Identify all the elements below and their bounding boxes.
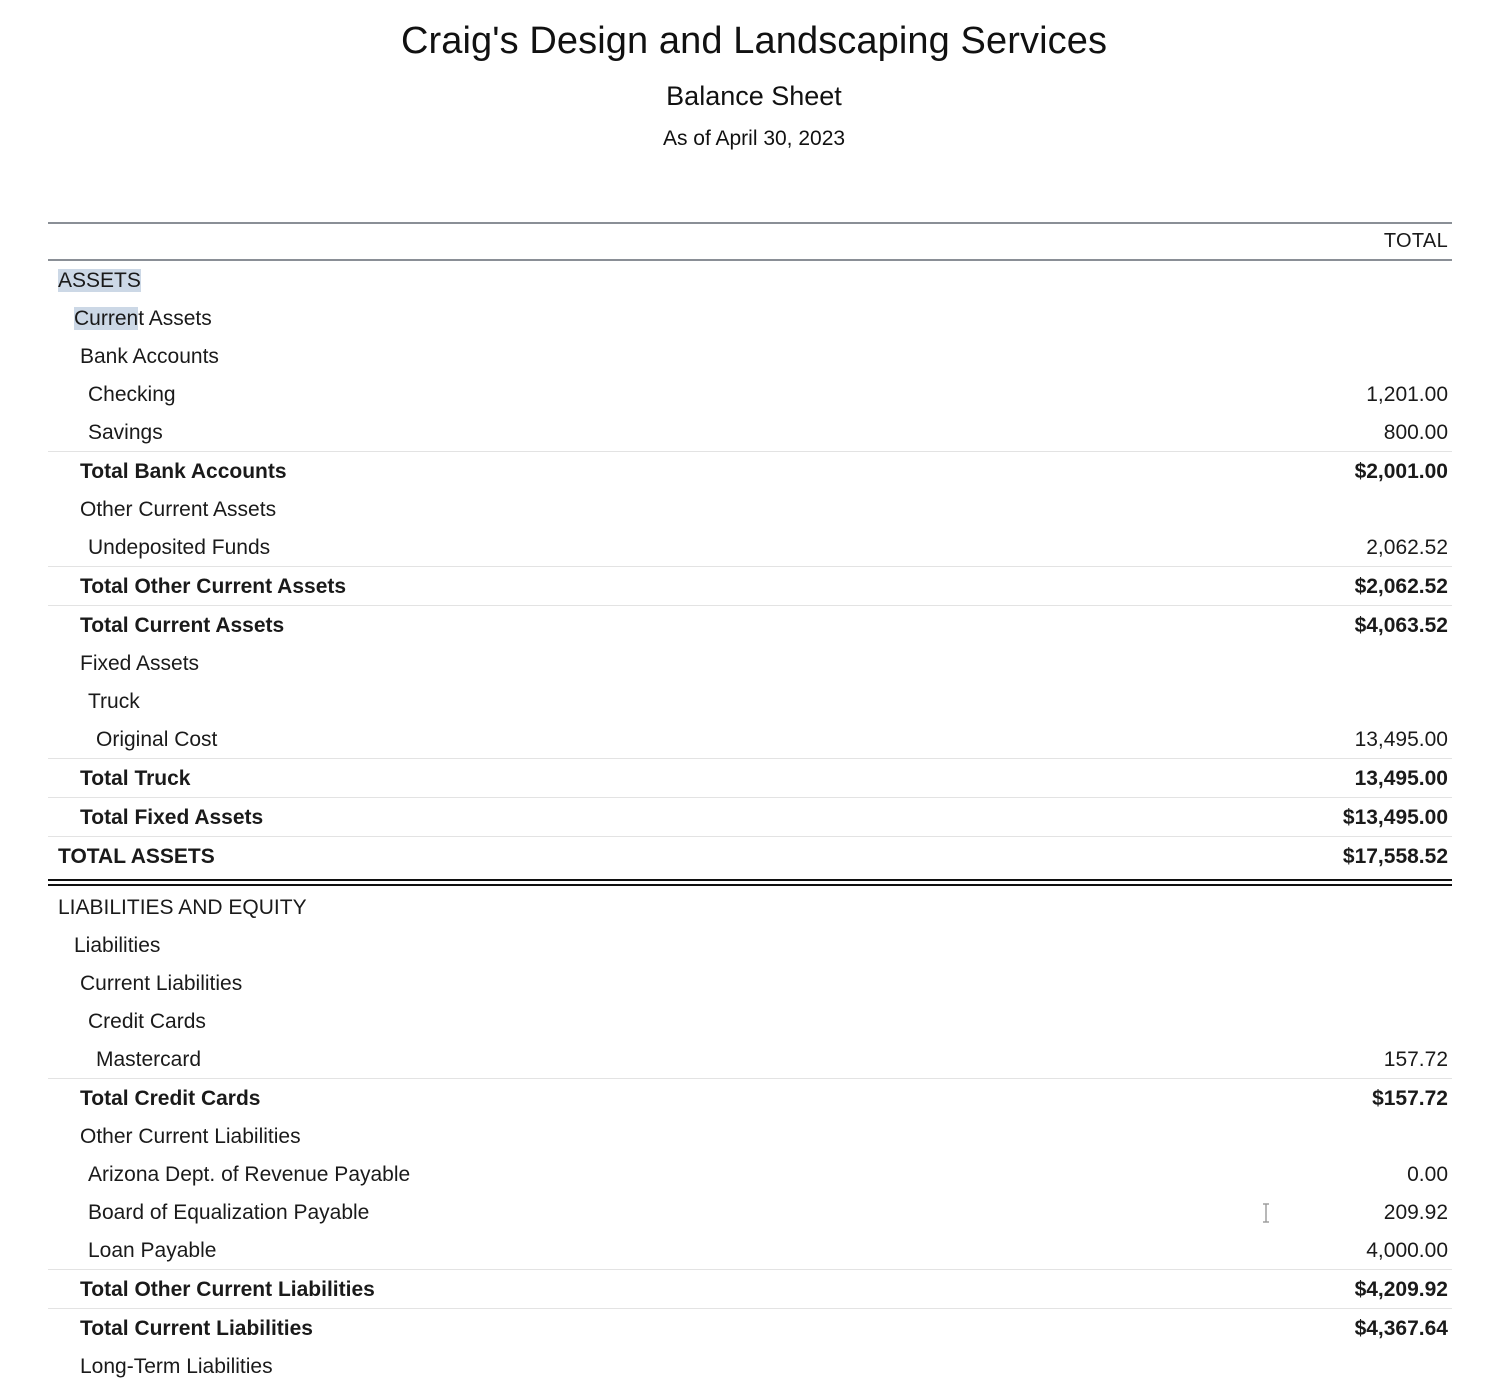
row-label: Other Current Assets: [80, 497, 277, 521]
table-row[interactable]: Savings 800.00: [48, 413, 1452, 451]
row-label: Undeposited Funds: [88, 535, 271, 559]
table-row[interactable]: Original Cost 13,495.00: [48, 720, 1452, 758]
row-amount: 1,201.00: [1366, 382, 1448, 406]
row-amount: 209.92: [1383, 1200, 1448, 1224]
table-body: ASSETS Current Assets Bank Accounts Checkin…: [48, 261, 1452, 1385]
report-period: As of April 30, 2023: [662, 126, 846, 150]
table-row[interactable]: TOTAL ASSETS $17,558.52: [48, 836, 1452, 875]
row-label: Current Assets: [74, 306, 212, 330]
row-label: Truck: [88, 689, 140, 713]
table-row[interactable]: Total Other Current Liabilities $4,209.92: [48, 1269, 1452, 1308]
row-amount: 13,495.00: [1354, 727, 1448, 751]
table-row[interactable]: Board of Equalization Payable 209.92: [48, 1193, 1452, 1231]
row-label: Total Other Current Assets: [80, 574, 347, 598]
column-header-total: TOTAL: [1383, 230, 1448, 252]
selection-highlight: Curren: [74, 306, 139, 330]
row-amount: 0.00: [1407, 1162, 1448, 1186]
report-title: Balance Sheet: [666, 80, 842, 111]
row-amount: $4,209.92: [1354, 1277, 1448, 1301]
row-label: Loan Payable: [88, 1238, 217, 1262]
table-row[interactable]: LIABILITIES AND EQUITY: [48, 888, 1452, 926]
row-label: Total Other Current Liabilities: [80, 1277, 375, 1301]
table-row[interactable]: Total Truck 13,495.00: [48, 758, 1452, 797]
row-amount: $17,558.52: [1342, 844, 1448, 868]
row-amount: $2,062.52: [1354, 574, 1448, 598]
table-row[interactable]: Other Current Assets: [48, 490, 1452, 528]
table-row[interactable]: Other Current Liabilities: [48, 1117, 1452, 1155]
table-row[interactable]: Loan Payable 4,000.00: [48, 1231, 1452, 1269]
row-label: Bank Accounts: [80, 344, 219, 368]
row-label: Fixed Assets: [80, 651, 200, 675]
table-row[interactable]: Fixed Assets: [48, 644, 1452, 682]
row-amount: 13,495.00: [1354, 766, 1448, 790]
row-amount: 4,000.00: [1366, 1238, 1448, 1262]
row-amount: 800.00: [1383, 420, 1448, 444]
balance-sheet-page: Craig's Design and Landscaping Services …: [0, 0, 1508, 1377]
table-row[interactable]: Total Credit Cards $157.72: [48, 1078, 1452, 1117]
table-row[interactable]: Truck: [48, 682, 1452, 720]
row-amount: 157.72: [1383, 1047, 1448, 1071]
row-label: Mastercard: [96, 1047, 202, 1071]
table-row[interactable]: Current Liabilities: [48, 964, 1452, 1002]
table-row[interactable]: ASSETS: [48, 261, 1452, 299]
table-row[interactable]: Mastercard 157.72: [48, 1040, 1452, 1078]
row-label: Total Fixed Assets: [80, 805, 264, 829]
balance-sheet-table: TOTAL ASSETS Current Assets Bank Accounts C…: [48, 222, 1452, 1385]
row-label: Board of Equalization Payable: [88, 1200, 370, 1224]
row-label: Total Current Liabilities: [80, 1316, 313, 1340]
row-label: Arizona Dept. of Revenue Payable: [88, 1162, 411, 1186]
company-name: Craig's Design and Landscaping Services: [400, 20, 1108, 62]
table-column-header: TOTAL: [48, 222, 1452, 261]
table-row[interactable]: Credit Cards: [48, 1002, 1452, 1040]
row-label: Total Credit Cards: [80, 1086, 261, 1110]
table-row[interactable]: Long-Term Liabilities: [48, 1347, 1452, 1385]
row-label: LIABILITIES AND EQUITY: [58, 895, 307, 919]
section-divider: [48, 879, 1452, 886]
table-row[interactable]: Liabilities: [48, 926, 1452, 964]
table-row[interactable]: Undeposited Funds 2,062.52: [48, 528, 1452, 566]
row-label: Total Truck: [80, 766, 191, 790]
row-label: Credit Cards: [88, 1009, 206, 1033]
table-row[interactable]: Total Bank Accounts $2,001.00: [48, 451, 1452, 490]
row-label: Checking: [88, 382, 176, 406]
table-row[interactable]: Total Fixed Assets $13,495.00: [48, 797, 1452, 836]
table-row[interactable]: Current Assets: [48, 299, 1452, 337]
table-row[interactable]: Checking 1,201.00: [48, 375, 1452, 413]
table-row[interactable]: Total Current Assets $4,063.52: [48, 605, 1452, 644]
selection-highlight: ASSETS: [58, 268, 141, 292]
row-amount: $157.72: [1372, 1086, 1448, 1110]
row-label: Other Current Liabilities: [80, 1124, 301, 1148]
row-label: Long-Term Liabilities: [80, 1354, 273, 1378]
row-label: TOTAL ASSETS: [58, 844, 215, 868]
row-label: Total Bank Accounts: [80, 459, 287, 483]
row-label: ASSETS: [58, 268, 141, 292]
row-label: Savings: [88, 420, 163, 444]
row-label: Liabilities: [74, 933, 161, 957]
row-label: Total Current Assets: [80, 613, 285, 637]
report-header: Craig's Design and Landscaping Services …: [0, 0, 1508, 151]
row-label: Original Cost: [96, 727, 218, 751]
row-amount: 2,062.52: [1366, 535, 1448, 559]
table-row[interactable]: Arizona Dept. of Revenue Payable 0.00: [48, 1155, 1452, 1193]
row-amount: $4,367.64: [1354, 1316, 1448, 1340]
row-amount: $4,063.52: [1354, 613, 1448, 637]
row-amount: $13,495.00: [1342, 805, 1448, 829]
row-label: Current Liabilities: [80, 971, 243, 995]
row-amount: $2,001.00: [1354, 459, 1448, 483]
table-row[interactable]: Total Other Current Assets $2,062.52: [48, 566, 1452, 605]
table-row[interactable]: Total Current Liabilities $4,367.64: [48, 1308, 1452, 1347]
table-row[interactable]: Bank Accounts: [48, 337, 1452, 375]
